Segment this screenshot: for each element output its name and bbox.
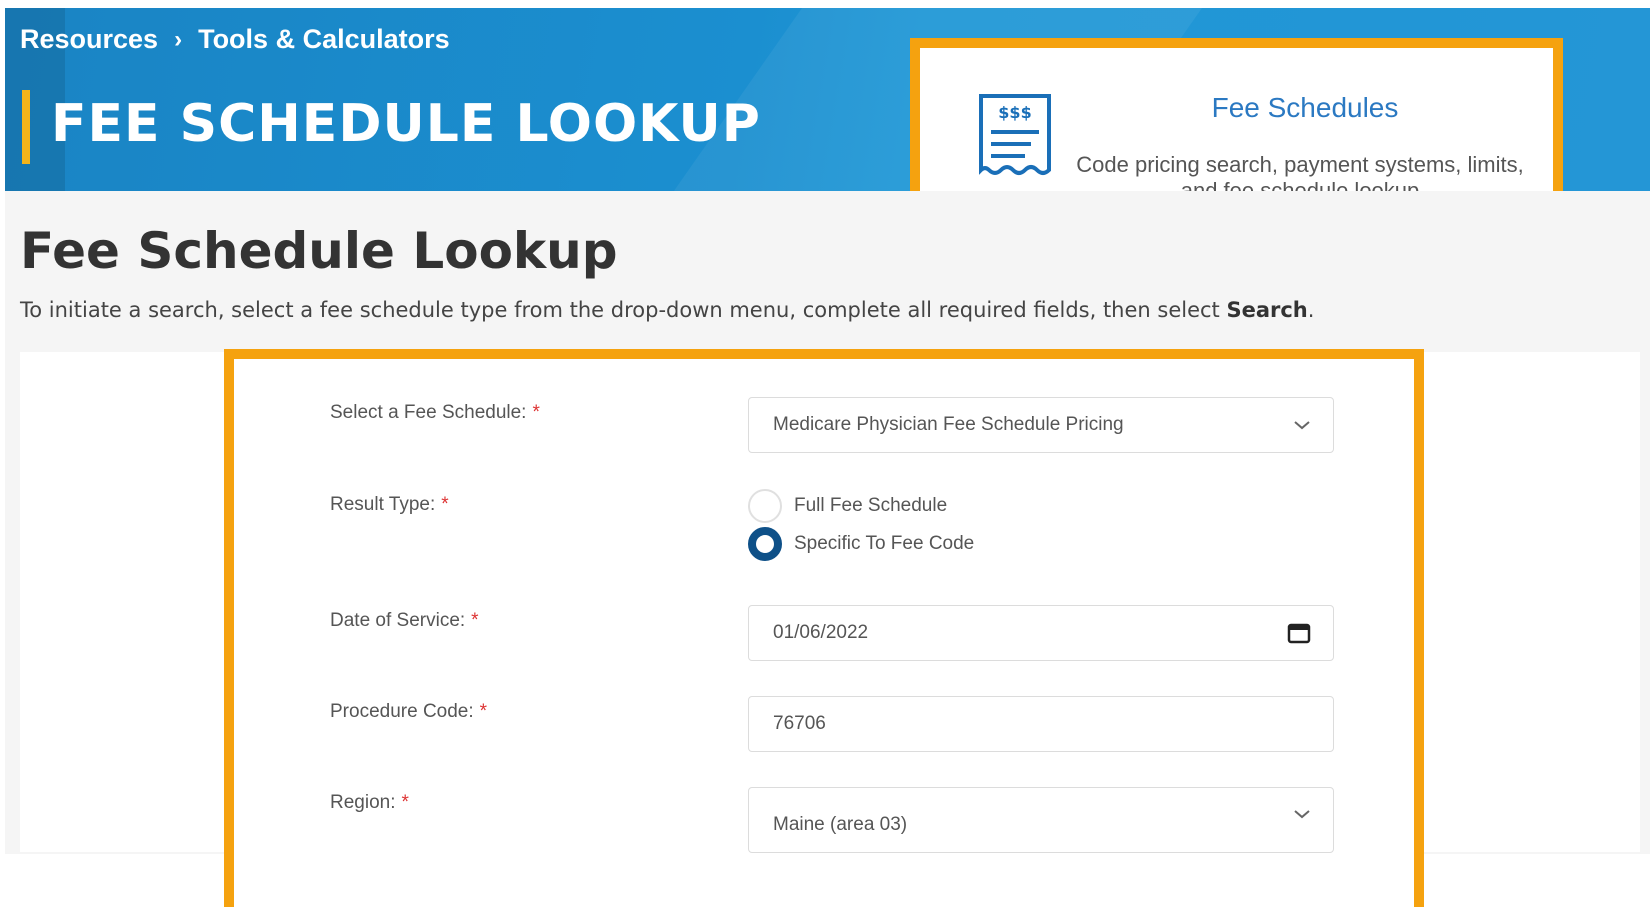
procedure-code-label-text: Procedure Code:	[330, 701, 474, 722]
fee-schedule-select[interactable]: Medicare Physician Fee Schedule Pricing	[748, 397, 1334, 453]
card-title[interactable]: Fee Schedules	[1135, 92, 1475, 124]
procedure-code-value: 76706	[773, 713, 826, 734]
region-select[interactable]: Maine (area 03)	[748, 787, 1334, 853]
fee-schedule-value: Medicare Physician Fee Schedule Pricing	[773, 414, 1124, 435]
radio-label: Full Fee Schedule	[794, 495, 948, 516]
intro-end: .	[1307, 298, 1315, 322]
banner-title: FEE SCHEDULE LOOKUP	[51, 94, 761, 154]
breadcrumb-resources[interactable]: Resources	[20, 24, 158, 55]
radio-button-selected[interactable]	[748, 527, 782, 561]
intro-search-keyword: Search	[1226, 298, 1308, 322]
lookup-form: Select a Fee Schedule: * Medicare Physici…	[224, 349, 1424, 907]
required-marker: *	[479, 701, 488, 722]
procedure-code-label: Procedure Code: *	[330, 701, 487, 723]
receipt-dollar-icon: $$$	[979, 94, 1051, 175]
page-intro: To initiate a search, select a fee sched…	[20, 298, 1314, 322]
fee-schedule-label-text: Select a Fee Schedule:	[330, 402, 527, 423]
required-marker: *	[532, 402, 540, 423]
procedure-code-input[interactable]: 76706	[748, 696, 1334, 752]
region-label: Region: *	[330, 792, 409, 814]
breadcrumb: Resources › Tools & Calculators	[20, 24, 450, 55]
breadcrumb-tools-calculators[interactable]: Tools & Calculators	[198, 24, 450, 55]
radio-button[interactable]	[748, 489, 782, 523]
title-accent-bar	[22, 90, 30, 164]
intro-text: To initiate a search, select a fee sched…	[20, 298, 1227, 322]
radio-label: Specific To Fee Code	[794, 533, 975, 554]
radio-specific-to-fee-code[interactable]: Specific To Fee Code	[748, 527, 974, 561]
required-marker: *	[471, 610, 479, 631]
region-label-text: Region:	[330, 792, 396, 813]
chevron-down-icon	[1294, 809, 1310, 818]
result-type-label: Result Type: *	[330, 494, 449, 516]
required-marker: *	[401, 792, 409, 813]
region-value: Maine (area 03)	[773, 814, 908, 835]
date-of-service-input[interactable]: 01/06/2022	[748, 605, 1334, 661]
form-bottom-fade	[234, 858, 1414, 907]
required-marker: *	[441, 494, 449, 515]
page-title: Fee Schedule Lookup	[20, 222, 618, 280]
breadcrumb-separator: ›	[174, 25, 183, 53]
result-type-label-text: Result Type:	[330, 494, 436, 515]
receipt-dollar-text: $$$	[998, 103, 1031, 122]
chevron-down-icon	[1294, 421, 1310, 430]
radio-full-fee-schedule[interactable]: Full Fee Schedule	[748, 489, 947, 523]
date-of-service-label: Date of Service: *	[330, 610, 479, 632]
fee-schedule-label: Select a Fee Schedule: *	[330, 402, 540, 424]
date-value: 01/06/2022	[773, 622, 869, 643]
calendar-icon[interactable]	[1287, 622, 1311, 644]
date-of-service-label-text: Date of Service:	[330, 610, 466, 631]
